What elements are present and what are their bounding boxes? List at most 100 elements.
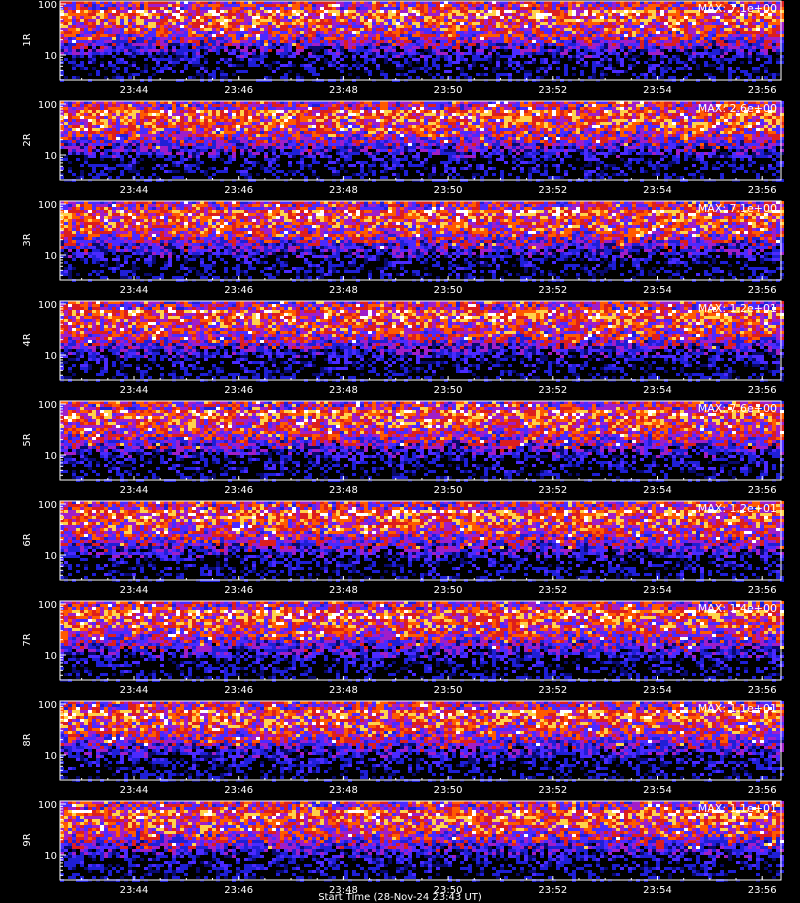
heatmap-cell — [68, 37, 72, 40]
heatmap-cell — [292, 116, 296, 119]
heatmap-cell — [364, 31, 368, 34]
heatmap-cell — [644, 7, 648, 10]
heatmap-cell — [732, 43, 736, 46]
heatmap-cell — [384, 16, 388, 19]
heatmap-cell — [772, 37, 776, 40]
heatmap-cell — [520, 55, 524, 58]
heatmap-cell — [748, 16, 752, 19]
heatmap-cell — [104, 40, 108, 43]
heatmap-cell — [728, 116, 732, 119]
heatmap-cell — [504, 110, 508, 113]
heatmap-cell — [392, 52, 396, 55]
heatmap-cell — [704, 19, 708, 22]
heatmap-cell — [720, 70, 724, 73]
heatmap-cell — [400, 110, 404, 113]
heatmap-cell — [724, 52, 728, 55]
heatmap-cell — [712, 64, 716, 67]
heatmap-cell — [444, 40, 448, 43]
heatmap-cell — [128, 40, 132, 43]
heatmap-cell — [736, 55, 740, 58]
heatmap-cell — [300, 104, 304, 107]
heatmap-cell — [328, 22, 332, 25]
heatmap-cell — [404, 61, 408, 64]
heatmap-cell — [652, 40, 656, 43]
heatmap-cell — [536, 31, 540, 34]
heatmap-cell — [428, 40, 432, 43]
heatmap-cell — [72, 64, 76, 67]
heatmap-cell — [368, 46, 372, 49]
heatmap-cell — [240, 113, 244, 116]
heatmap-cell — [116, 58, 120, 61]
heatmap-cell — [416, 22, 420, 25]
heatmap-cell — [584, 52, 588, 55]
heatmap-cell — [768, 31, 772, 34]
heatmap-cell — [496, 73, 500, 76]
heatmap-cell — [320, 104, 324, 107]
heatmap-cell — [200, 110, 204, 113]
heatmap-cell — [340, 70, 344, 73]
heatmap-cell — [644, 40, 648, 43]
heatmap-cell — [76, 10, 80, 13]
heatmap-cell — [460, 34, 464, 37]
heatmap-cell — [212, 46, 216, 49]
heatmap-cell — [452, 7, 456, 10]
heatmap-cell — [624, 70, 628, 73]
heatmap-cell — [572, 31, 576, 34]
heatmap-cell — [136, 49, 140, 52]
heatmap-cell — [564, 10, 568, 13]
heatmap-cell — [536, 40, 540, 43]
heatmap-cell — [212, 37, 216, 40]
heatmap-cell — [232, 104, 236, 107]
heatmap-cell — [212, 28, 216, 31]
heatmap-cell — [776, 52, 780, 55]
heatmap-cell — [164, 67, 168, 70]
heatmap-cell — [492, 67, 496, 70]
heatmap-cell — [692, 116, 696, 119]
heatmap-cell — [344, 46, 348, 49]
heatmap-cell — [400, 55, 404, 58]
heatmap-cell — [724, 16, 728, 19]
heatmap-cell — [444, 16, 448, 19]
heatmap-cell — [92, 43, 96, 46]
heatmap-cell — [728, 67, 732, 70]
heatmap-cell — [424, 34, 428, 37]
heatmap-cell — [556, 37, 560, 40]
heatmap-cell — [400, 104, 404, 107]
heatmap-cell — [504, 40, 508, 43]
heatmap-cell — [776, 19, 780, 22]
heatmap-cell — [768, 116, 772, 119]
heatmap-cell — [348, 25, 352, 28]
heatmap-cell — [76, 19, 80, 22]
heatmap-cell — [316, 10, 320, 13]
heatmap-cell — [256, 113, 260, 116]
heatmap-cell — [508, 31, 512, 34]
heatmap-cell — [472, 37, 476, 40]
heatmap-cell — [728, 49, 732, 52]
heatmap-cell — [664, 70, 668, 73]
heatmap-cell — [412, 46, 416, 49]
heatmap-cell — [168, 10, 172, 13]
heatmap-cell — [292, 52, 296, 55]
heatmap-cell — [152, 16, 156, 19]
heatmap-cell — [776, 116, 780, 119]
heatmap-cell — [216, 37, 220, 40]
heatmap-cell — [468, 40, 472, 43]
heatmap-cell — [192, 113, 196, 116]
heatmap-cell — [644, 28, 648, 31]
heatmap-cell — [244, 19, 248, 22]
heatmap-cell — [244, 55, 248, 58]
heatmap-cell — [436, 64, 440, 67]
heatmap-cell — [188, 25, 192, 28]
heatmap-cell — [592, 40, 596, 43]
heatmap-cell — [676, 10, 680, 13]
heatmap-cell — [380, 113, 384, 116]
heatmap-cell — [296, 46, 300, 49]
heatmap-cell — [508, 107, 512, 110]
heatmap-cell — [100, 19, 104, 22]
heatmap-cell — [460, 55, 464, 58]
heatmap-cell — [400, 4, 404, 7]
heatmap-cell — [400, 116, 404, 119]
heatmap-cell — [260, 52, 264, 55]
heatmap-cell — [280, 113, 284, 116]
heatmap-cell — [596, 34, 600, 37]
